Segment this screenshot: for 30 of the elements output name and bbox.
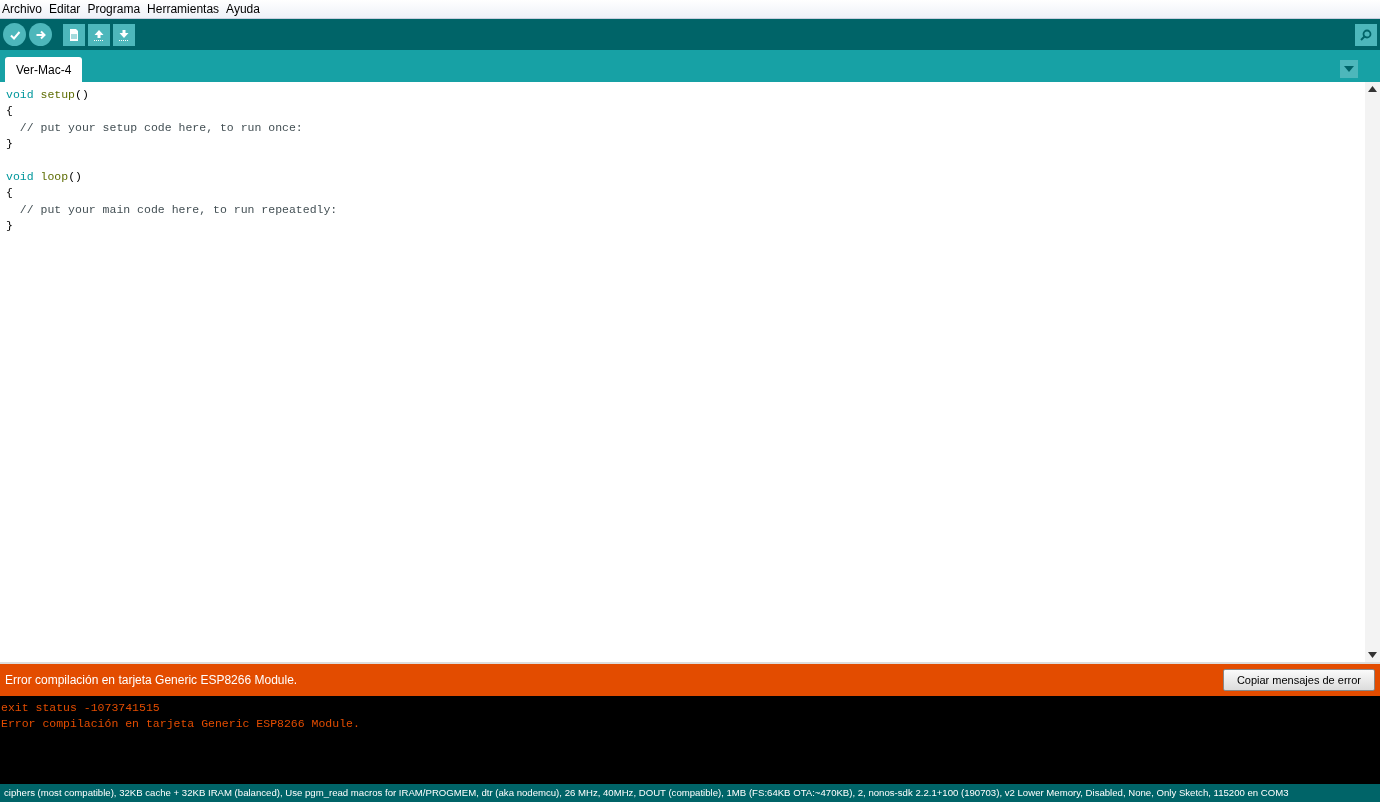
board-settings-text: ciphers (most compatible), 32KB cache + 32KB IRAM (balanced), Use pgm_read macros for IRAM/PROGMEM, dtr (aka nodemcu), 26 MHz, 40MHz, DOUT (compatible), 1MB (FS:64KB OTA:~470KB), 2, nonos-sdk 2.2.1+100 (190703), v2 Lower Memory, Disabled, None, Only Sketch, 115200 en COM3 bbox=[4, 785, 1289, 800]
menu-item[interactable]: Ayuda bbox=[226, 0, 260, 18]
code-line: { bbox=[6, 185, 14, 202]
new-button[interactable] bbox=[63, 23, 85, 46]
code-line: { bbox=[6, 103, 14, 120]
scroll-up-icon[interactable] bbox=[1368, 86, 1377, 92]
scroll-down-icon[interactable] bbox=[1368, 652, 1377, 658]
console-line: exit status -1073741515 bbox=[1, 700, 161, 716]
code-line: } bbox=[6, 218, 14, 235]
menu-item[interactable]: Editar bbox=[49, 0, 81, 18]
dropdown-icon bbox=[1344, 66, 1354, 72]
code-line: // put your main code here, to run repeatedly: bbox=[18, 201, 339, 218]
tab[interactable]: Ver-Mac-4 bbox=[5, 57, 83, 82]
code-line: // put your setup code here, to run once: bbox=[18, 119, 304, 136]
console-line: Error compilación en tarjeta Generic ESP8266 Module. bbox=[1, 716, 361, 732]
copy-errors-button[interactable]: Copiar mensajes de error bbox=[1222, 668, 1375, 692]
serial-monitor-button[interactable] bbox=[1355, 23, 1377, 46]
open-button[interactable] bbox=[88, 23, 110, 46]
save-button[interactable] bbox=[113, 23, 135, 46]
verify-button[interactable] bbox=[3, 23, 26, 46]
menu-item[interactable]: Programa bbox=[87, 0, 141, 18]
scrollbar[interactable] bbox=[1365, 82, 1380, 662]
error-message: Error compilación en tarjeta Generic ESP8266 Module. bbox=[5, 672, 298, 689]
code-line: void setup() bbox=[6, 87, 90, 103]
upload-button[interactable] bbox=[29, 23, 52, 46]
tab-menu-button[interactable] bbox=[1340, 60, 1358, 78]
code-line: void loop() bbox=[6, 168, 83, 185]
menu-item[interactable]: Archivo bbox=[2, 0, 42, 18]
code-line: } bbox=[6, 136, 14, 153]
menu-item[interactable]: Herramientas bbox=[147, 0, 220, 18]
